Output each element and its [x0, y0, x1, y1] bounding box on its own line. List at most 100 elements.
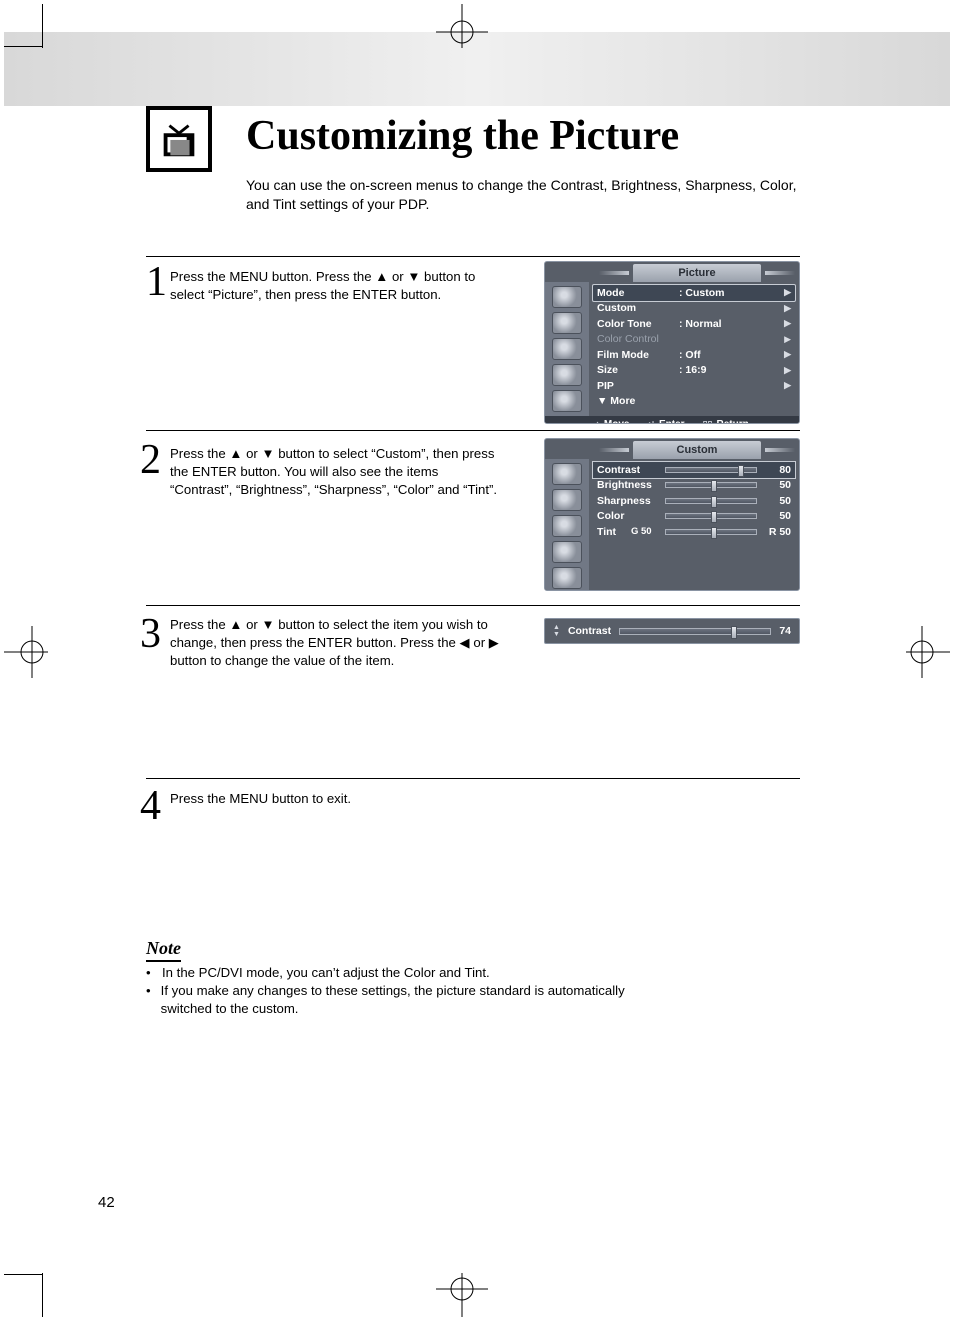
osd-row-label: Mode — [597, 287, 675, 299]
osd-picture-menu: Picture Mode : Custom ▶ Custom ▶ Color Tone : … — [544, 261, 800, 424]
slider-thumb — [711, 480, 717, 492]
osd-row: ▼ More — [593, 394, 795, 410]
divider — [146, 605, 800, 606]
chevron-right-icon: ▶ — [781, 287, 791, 298]
category-icon — [552, 463, 582, 485]
registration-mark-icon — [4, 620, 48, 684]
category-icon — [552, 489, 582, 511]
step-number: 3 — [140, 610, 161, 658]
osd-row-value: : Custom — [679, 287, 777, 299]
slider-row: Color50 — [593, 509, 795, 525]
page-title: Customizing the Picture — [246, 112, 679, 160]
category-icon — [552, 364, 582, 386]
osd-row: Mode : Custom ▶ — [593, 285, 795, 301]
osd-custom-menu: Custom Contrast 80 Brightness 50 Sharpness 50… — [544, 438, 800, 591]
chevron-right-icon: ▶ — [781, 318, 791, 329]
osd-footer: ♦Move ↵Enter ▯▯Return — [545, 416, 799, 424]
osd-row-label: Film Mode — [597, 349, 675, 361]
osd-row-label: Size — [597, 364, 675, 376]
osd-row-label: ▼ More — [597, 395, 675, 407]
slider-label: Color — [597, 510, 659, 522]
note-text: In the PC/DVI mode, you can’t adjust the… — [162, 964, 490, 982]
osd-row: Custom ▶ — [593, 301, 795, 317]
page-number: 42 — [98, 1194, 115, 1211]
chevron-right-icon: ▶ — [781, 303, 791, 314]
slider-track — [665, 482, 757, 488]
slider-thumb — [738, 465, 744, 477]
note-list: • In the PC/DVI mode, you can’t adjust th… — [146, 964, 666, 1017]
crop-mark — [42, 1273, 43, 1317]
slider-label: Brightness — [597, 479, 659, 491]
osd-row-label: Custom — [597, 302, 675, 314]
registration-mark-icon — [430, 4, 494, 48]
category-icon — [552, 312, 582, 334]
osd-category-icons — [545, 459, 589, 591]
footer-return: Return — [716, 419, 748, 424]
slider-row-tint: TintG 50R 50 — [593, 524, 795, 540]
category-icon — [552, 390, 582, 412]
osd-row: Film Mode : Off ▶ — [593, 347, 795, 363]
step-number: 4 — [140, 782, 161, 830]
note-heading: Note — [146, 938, 181, 962]
adjust-label: Contrast — [568, 625, 611, 637]
osd-title: Custom — [633, 441, 761, 459]
osd-row-value: : Off — [679, 349, 777, 361]
registration-mark-icon — [430, 1273, 494, 1317]
slider-thumb — [711, 527, 717, 539]
chevron-right-icon: ▶ — [781, 334, 791, 345]
slider-track — [619, 628, 771, 635]
tint-left-value: G 50 — [631, 526, 659, 537]
step-number: 1 — [146, 258, 167, 306]
category-icon — [552, 515, 582, 537]
slider-track — [665, 513, 757, 519]
footer-move: Move — [604, 419, 630, 424]
tv-section-icon — [146, 106, 212, 172]
chevron-right-icon: ▶ — [781, 365, 791, 376]
slider-value: 50 — [763, 495, 791, 507]
crop-mark — [4, 1274, 42, 1275]
osd-row: Color Control ▶ — [593, 332, 795, 348]
step-text: Press the ▲ or ▼ button to select “Custo… — [170, 445, 500, 498]
osd-row-label: Color Control — [597, 333, 675, 345]
slider-label: Sharpness — [597, 495, 659, 507]
osd-list: Contrast 80 Brightness 50 Sharpness 50 Color50… — [589, 459, 799, 591]
adjust-value: 74 — [779, 625, 791, 637]
slider-value: 50 — [763, 479, 791, 491]
chevron-right-icon: ▶ — [781, 349, 791, 360]
chevron-right-icon: ▶ — [781, 380, 791, 391]
crop-mark — [42, 4, 43, 48]
bullet-icon: • — [146, 964, 154, 982]
osd-row-label: PIP — [597, 380, 675, 392]
slider-row: Sharpness 50 — [593, 493, 795, 509]
step-text: Press the ▲ or ▼ button to select the it… — [170, 616, 500, 669]
slider-thumb — [731, 626, 737, 639]
osd-row-label: Color Tone — [597, 318, 675, 330]
osd-row-value: : Normal — [679, 318, 777, 330]
category-icon — [552, 541, 582, 563]
osd-category-icons — [545, 282, 589, 416]
page-subtitle: You can use the on-screen menus to chang… — [246, 176, 806, 214]
up-down-icon: ▲▼ — [553, 624, 560, 638]
step-number: 2 — [140, 436, 161, 484]
osd-row-value: : 16:9 — [679, 364, 777, 376]
note-item: •If you make any changes to these settin… — [146, 982, 666, 1018]
osd-list: Mode: Custom▶Custom▶Color Tone: Normal▶C… — [589, 282, 799, 416]
slider-row: Contrast 80 — [593, 462, 795, 478]
divider — [146, 430, 800, 431]
osd-row: Color Tone : Normal ▶ — [593, 316, 795, 332]
osd-row: Size : 16:9 ▶ — [593, 363, 795, 379]
crop-mark — [4, 46, 42, 47]
registration-mark-icon — [906, 620, 950, 684]
divider — [146, 778, 800, 779]
osd-title: Picture — [633, 264, 761, 282]
slider-thumb — [711, 496, 717, 508]
step-text: Press the MENU button to exit. — [170, 790, 500, 808]
slider-label: Contrast — [597, 464, 659, 476]
footer-enter: Enter — [659, 419, 685, 424]
note-item: • In the PC/DVI mode, you can’t adjust th… — [146, 964, 666, 982]
note-text: If you make any changes to these setting… — [161, 982, 666, 1018]
slider-thumb — [711, 511, 717, 523]
slider-row: Brightness 50 — [593, 478, 795, 494]
slider-value: 80 — [763, 464, 791, 476]
step-text: Press the MENU button. Press the ▲ or ▼ … — [170, 268, 500, 304]
